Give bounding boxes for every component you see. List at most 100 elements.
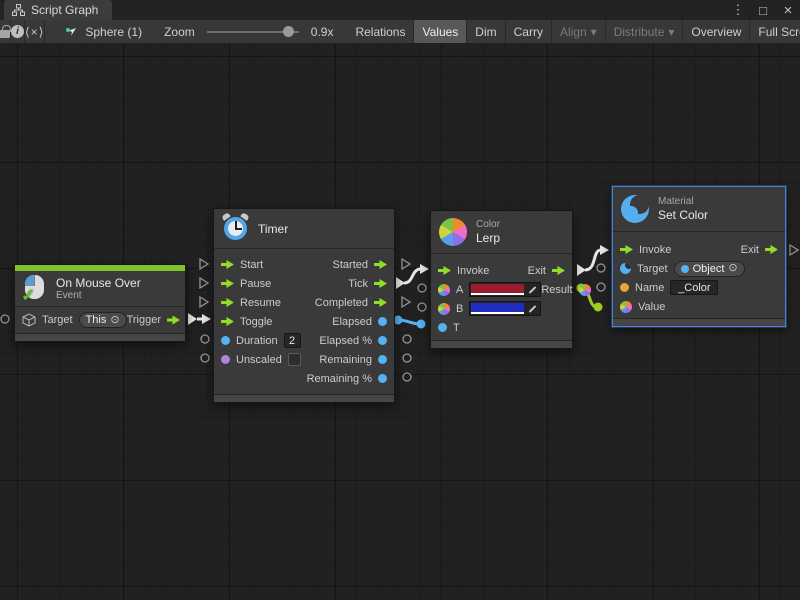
resume-port-label: Resume: [240, 297, 281, 309]
port-setcolor-target[interactable]: [597, 264, 605, 272]
flow-port-icon[interactable]: [221, 260, 234, 269]
port-timer-completed[interactable]: [402, 297, 410, 307]
port-timer-unscaled[interactable]: [201, 354, 209, 362]
target-object-selector[interactable]: Sphere (1): [45, 20, 150, 44]
flow-port-icon[interactable]: [374, 298, 387, 307]
flow-port-icon[interactable]: [221, 317, 234, 326]
node-category: Color: [476, 219, 500, 231]
flow-port-icon[interactable]: [167, 316, 180, 325]
node-color-lerp[interactable]: Color Lerp Invoke Exit A Result: [430, 210, 573, 349]
graph-icon: [12, 4, 25, 16]
lock-button[interactable]: [0, 20, 11, 44]
info-icon: i: [11, 25, 24, 38]
carry-button[interactable]: Carry: [506, 20, 552, 44]
pause-port-label: Pause: [240, 278, 271, 290]
color-port-icon[interactable]: [620, 301, 632, 313]
tab-script-graph[interactable]: Script Graph: [4, 0, 112, 20]
unscaled-checkbox[interactable]: [288, 353, 301, 366]
color-port-icon[interactable]: [579, 284, 591, 296]
distribute-button[interactable]: Distribute ▾: [606, 20, 684, 44]
float-port-icon[interactable]: [378, 317, 387, 326]
zoom-slider[interactable]: [207, 31, 299, 33]
flow-port-icon[interactable]: [221, 298, 234, 307]
node-title: Set Color: [658, 208, 708, 222]
bool-port-icon[interactable]: [221, 355, 230, 364]
flow-port-icon[interactable]: [374, 260, 387, 269]
target-value-chip[interactable]: This ⊙: [79, 312, 127, 328]
float-port-icon[interactable]: [378, 355, 387, 364]
color-port-icon[interactable]: [438, 303, 450, 315]
port-setcolor-exit[interactable]: [790, 245, 798, 255]
port-timer-elapsed-pct[interactable]: [403, 335, 411, 343]
code-view-button[interactable]: ⟨×⟩: [25, 20, 45, 44]
target-object-chip[interactable]: Object ⊙: [674, 261, 745, 277]
float-port-icon[interactable]: [221, 336, 230, 345]
port-lerp-b[interactable]: [418, 303, 426, 311]
port-timer-tick-connected[interactable]: [396, 277, 405, 289]
zoom-slider-handle[interactable]: [283, 26, 294, 37]
port-timer-pause[interactable]: [200, 278, 208, 288]
invoke-port-label: Invoke: [457, 265, 489, 277]
port-setcolor-name[interactable]: [597, 283, 605, 291]
color-a-swatch[interactable]: [471, 284, 524, 295]
object-picker-icon[interactable]: ⊙: [728, 263, 737, 274]
started-port-label: Started: [333, 259, 368, 271]
float-port-icon[interactable]: [378, 336, 387, 345]
graph-canvas[interactable]: ✓ On Mouse Over Event Target This ⊙: [0, 44, 800, 600]
target-object-value: Object: [693, 263, 725, 275]
node-set-color[interactable]: Material Set Color Invoke Exit Target Ob…: [612, 186, 786, 327]
unscaled-port-label: Unscaled: [236, 354, 282, 366]
port-lerp-a[interactable]: [418, 284, 426, 292]
wire-tick-invoke[interactable]: [404, 269, 421, 283]
port-lerp-exit-connected[interactable]: [577, 264, 586, 276]
color-port-icon[interactable]: [438, 284, 450, 296]
name-input[interactable]: _Color: [670, 280, 718, 295]
string-port-icon[interactable]: [620, 283, 629, 292]
full-screen-button[interactable]: Full Screen: [750, 20, 800, 44]
target-port-label: Target: [42, 314, 73, 326]
flow-port-icon[interactable]: [374, 279, 387, 288]
float-port-icon[interactable]: [438, 323, 447, 332]
flow-port-icon[interactable]: [438, 266, 451, 275]
info-button[interactable]: i: [11, 20, 25, 44]
close-icon[interactable]: ×: [780, 2, 796, 19]
window-controls: ⋮ □ ×: [730, 0, 796, 20]
values-label: Values: [422, 25, 458, 39]
eyedropper-button[interactable]: [525, 302, 540, 315]
align-button[interactable]: Align ▾: [552, 20, 606, 44]
maximize-icon[interactable]: □: [755, 3, 771, 18]
window-menu-icon[interactable]: ⋮: [730, 2, 746, 18]
port-onmouseover-trigger-connected[interactable]: [188, 313, 197, 325]
color-a-field[interactable]: [469, 282, 541, 297]
flow-port-icon[interactable]: [552, 266, 565, 275]
float-port-icon[interactable]: [378, 374, 387, 383]
values-button[interactable]: Values: [414, 20, 467, 44]
flow-port-icon[interactable]: [221, 279, 234, 288]
overview-button[interactable]: Overview: [683, 20, 750, 44]
port-timer-start[interactable]: [200, 259, 208, 269]
flow-port-icon[interactable]: [620, 245, 633, 254]
zoom-control: Zoom 0.9x: [150, 20, 341, 44]
port-timer-started[interactable]: [402, 259, 410, 269]
object-picker-icon[interactable]: ⊙: [110, 315, 119, 326]
node-timer[interactable]: Timer Start Started Pause Tick Resume Co…: [213, 208, 395, 403]
node-on-mouse-over[interactable]: ✓ On Mouse Over Event Target This ⊙: [14, 264, 186, 342]
dim-button[interactable]: Dim: [467, 20, 505, 44]
port-lerp-t-connected[interactable]: [417, 320, 426, 329]
node-footer: [214, 394, 394, 402]
t-port-label: T: [453, 322, 460, 334]
eyedropper-button[interactable]: [525, 283, 540, 296]
duration-input[interactable]: 2: [284, 333, 301, 348]
port-setcolor-value-connected[interactable]: [594, 303, 603, 312]
port-timer-remaining-pct[interactable]: [403, 373, 411, 381]
relations-button[interactable]: Relations: [347, 20, 414, 44]
wire-exit-invoke[interactable]: [585, 250, 601, 270]
port-timer-remaining[interactable]: [403, 354, 411, 362]
material-port-icon[interactable]: [620, 263, 631, 274]
flow-port-icon[interactable]: [765, 245, 778, 254]
color-b-field[interactable]: [469, 301, 541, 316]
port-onmouseover-target[interactable]: [1, 315, 9, 323]
port-timer-resume[interactable]: [200, 297, 208, 307]
color-b-swatch[interactable]: [471, 303, 524, 314]
port-timer-duration[interactable]: [201, 335, 209, 343]
